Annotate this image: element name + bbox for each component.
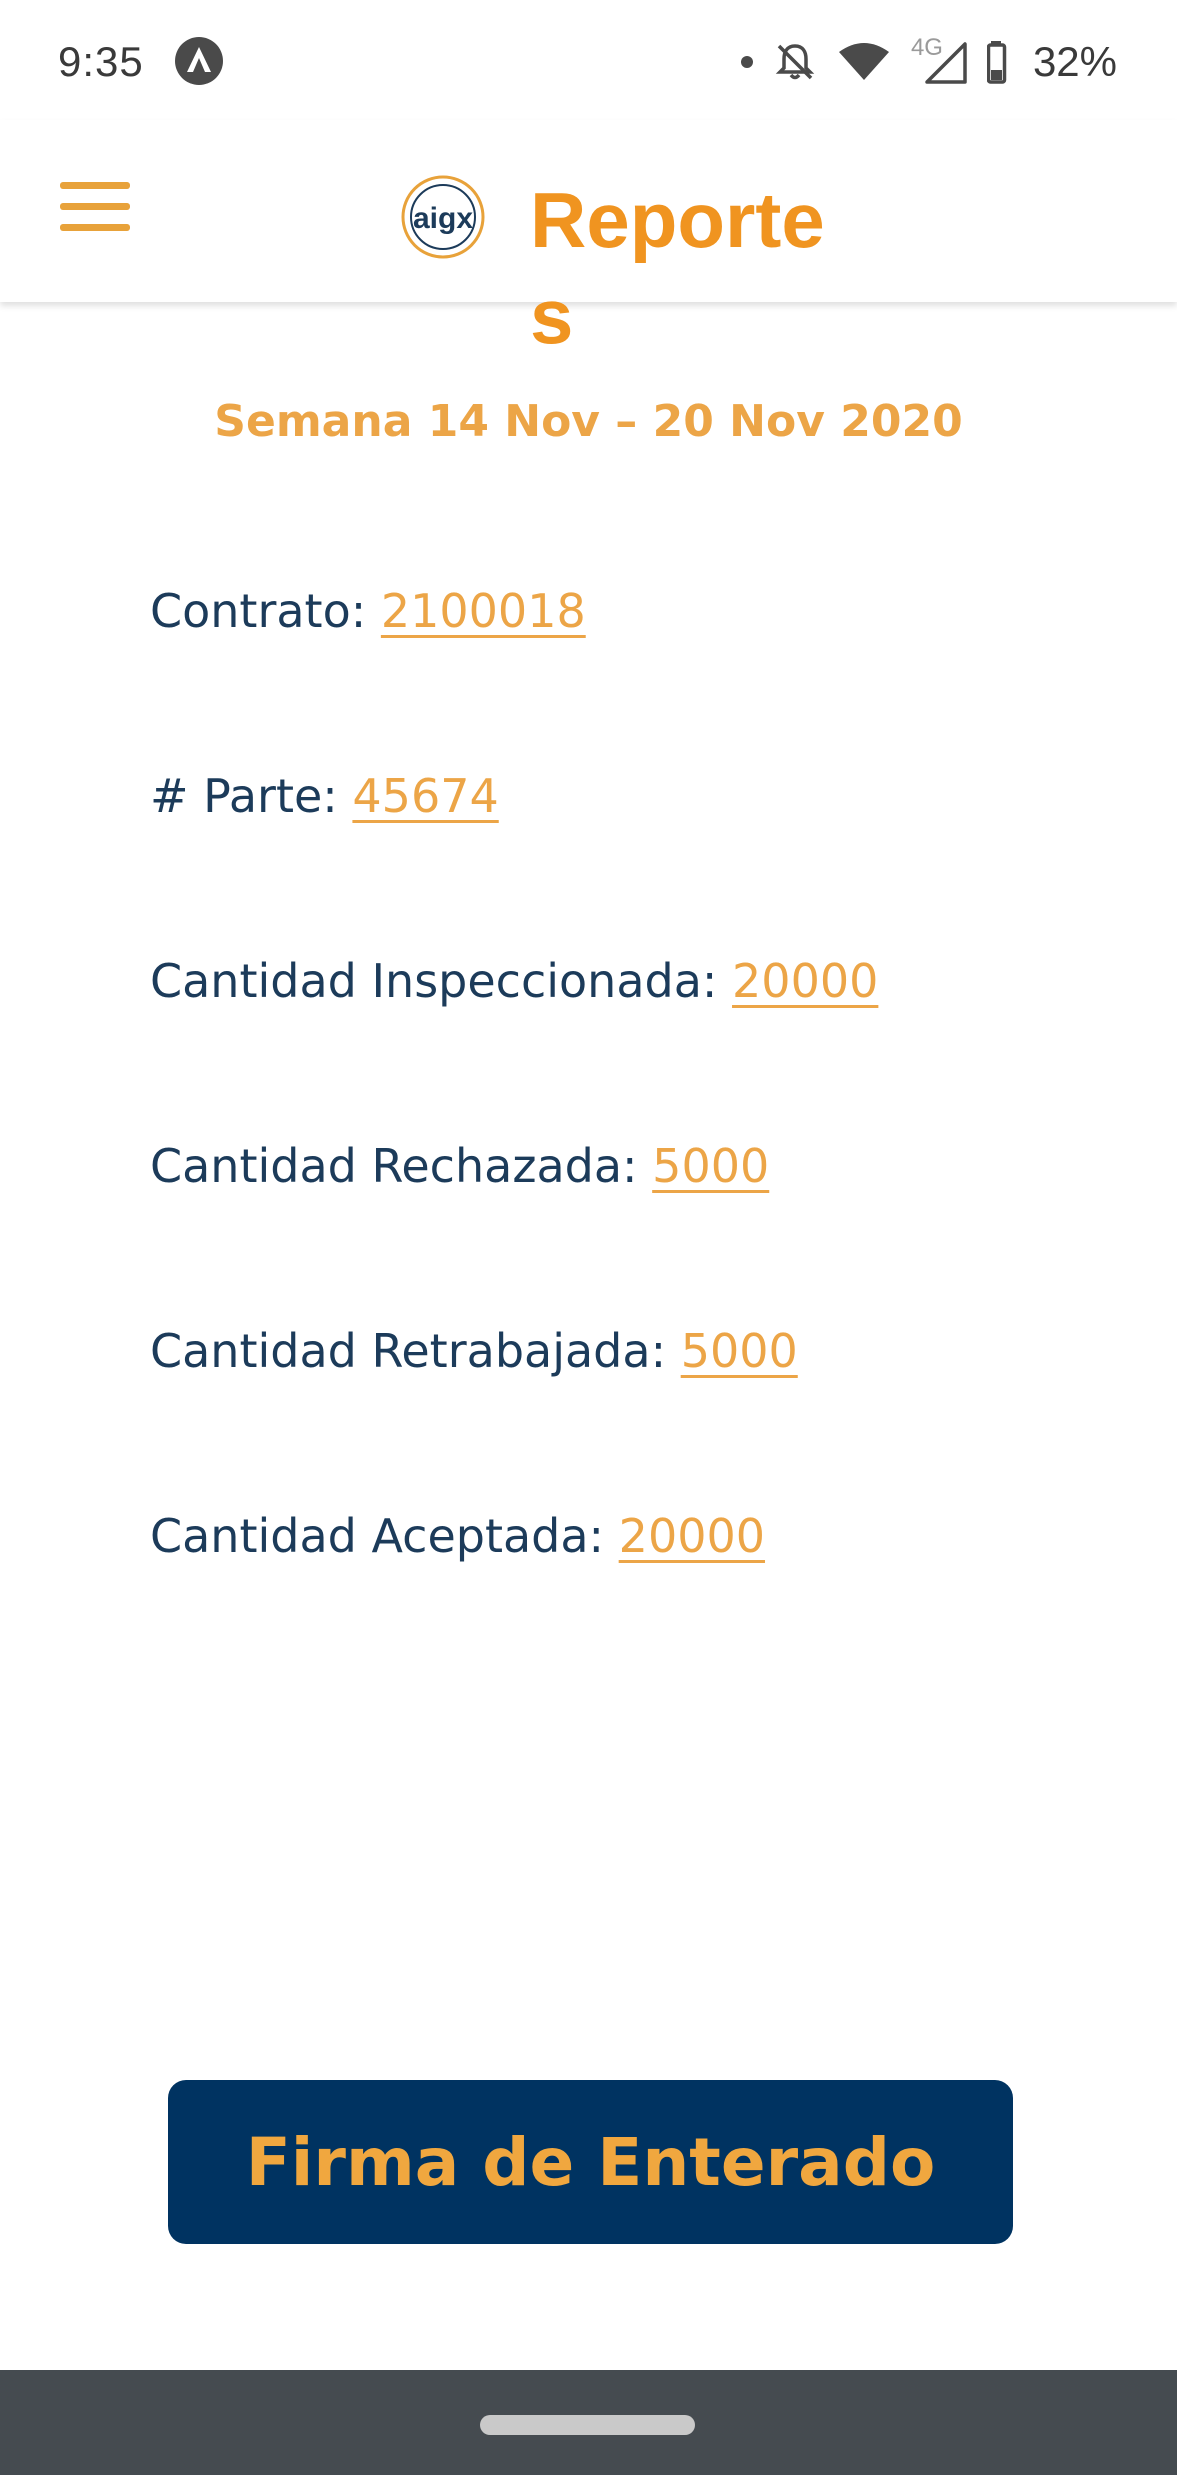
field-label: Cantidad Aceptada: bbox=[150, 1509, 619, 1563]
navigation-bar bbox=[0, 2370, 1177, 2475]
battery-percent: 32% bbox=[1032, 38, 1117, 85]
contrato-value[interactable]: 2100018 bbox=[381, 584, 586, 638]
field-label: Cantidad Rechazada: bbox=[150, 1139, 653, 1193]
parte-value[interactable]: 45674 bbox=[352, 769, 498, 823]
status-bar: 9:35 4G 32% bbox=[0, 0, 1177, 120]
cantidad-inspeccionada-value[interactable]: 20000 bbox=[732, 954, 878, 1008]
notification-dot-icon bbox=[740, 56, 753, 68]
cantidad-rechazada-value[interactable]: 5000 bbox=[652, 1139, 769, 1193]
field-cantidad-inspeccionada: Cantidad Inspeccionada: 20000 bbox=[150, 954, 878, 1008]
firma-de-enterado-button[interactable]: Firma de Enterado bbox=[168, 2080, 1013, 2244]
status-icons: 4G 32% bbox=[740, 32, 1117, 92]
signal-icon: 4G bbox=[911, 34, 967, 84]
hamburger-menu-icon[interactable] bbox=[60, 182, 134, 238]
field-label: # Parte: bbox=[150, 769, 353, 823]
app-header: aigx Reportes bbox=[0, 120, 1177, 360]
home-gesture-handle[interactable] bbox=[480, 2415, 695, 2435]
field-contrato: Contrato: 2100018 bbox=[150, 584, 586, 638]
menu-line bbox=[60, 224, 130, 231]
menu-line bbox=[60, 182, 130, 189]
field-label: Cantidad Retrabajada: bbox=[150, 1324, 681, 1378]
cantidad-aceptada-value[interactable]: 20000 bbox=[619, 1509, 765, 1563]
cantidad-retrabajada-value[interactable]: 5000 bbox=[681, 1324, 798, 1378]
battery-icon bbox=[986, 41, 1007, 84]
field-label: Contrato: bbox=[150, 584, 381, 638]
page-title: Reportes bbox=[530, 176, 825, 360]
field-label: Cantidad Inspeccionada: bbox=[150, 954, 733, 1008]
field-parte: # Parte: 45674 bbox=[150, 769, 499, 823]
aigx-logo: aigx bbox=[401, 175, 485, 259]
field-cantidad-aceptada: Cantidad Aceptada: 20000 bbox=[150, 1509, 765, 1563]
logo-text: aigx bbox=[413, 202, 473, 235]
wifi-icon bbox=[838, 43, 889, 80]
week-range-heading: Semana 14 Nov – 20 Nov 2020 bbox=[214, 396, 963, 447]
bell-off-icon bbox=[775, 44, 815, 80]
arrow-circle-icon bbox=[175, 37, 223, 85]
menu-line bbox=[60, 203, 130, 210]
field-cantidad-retrabajada: Cantidad Retrabajada: 5000 bbox=[150, 1324, 798, 1378]
status-time: 9:35 bbox=[58, 38, 144, 85]
field-cantidad-rechazada: Cantidad Rechazada: 5000 bbox=[150, 1139, 769, 1193]
